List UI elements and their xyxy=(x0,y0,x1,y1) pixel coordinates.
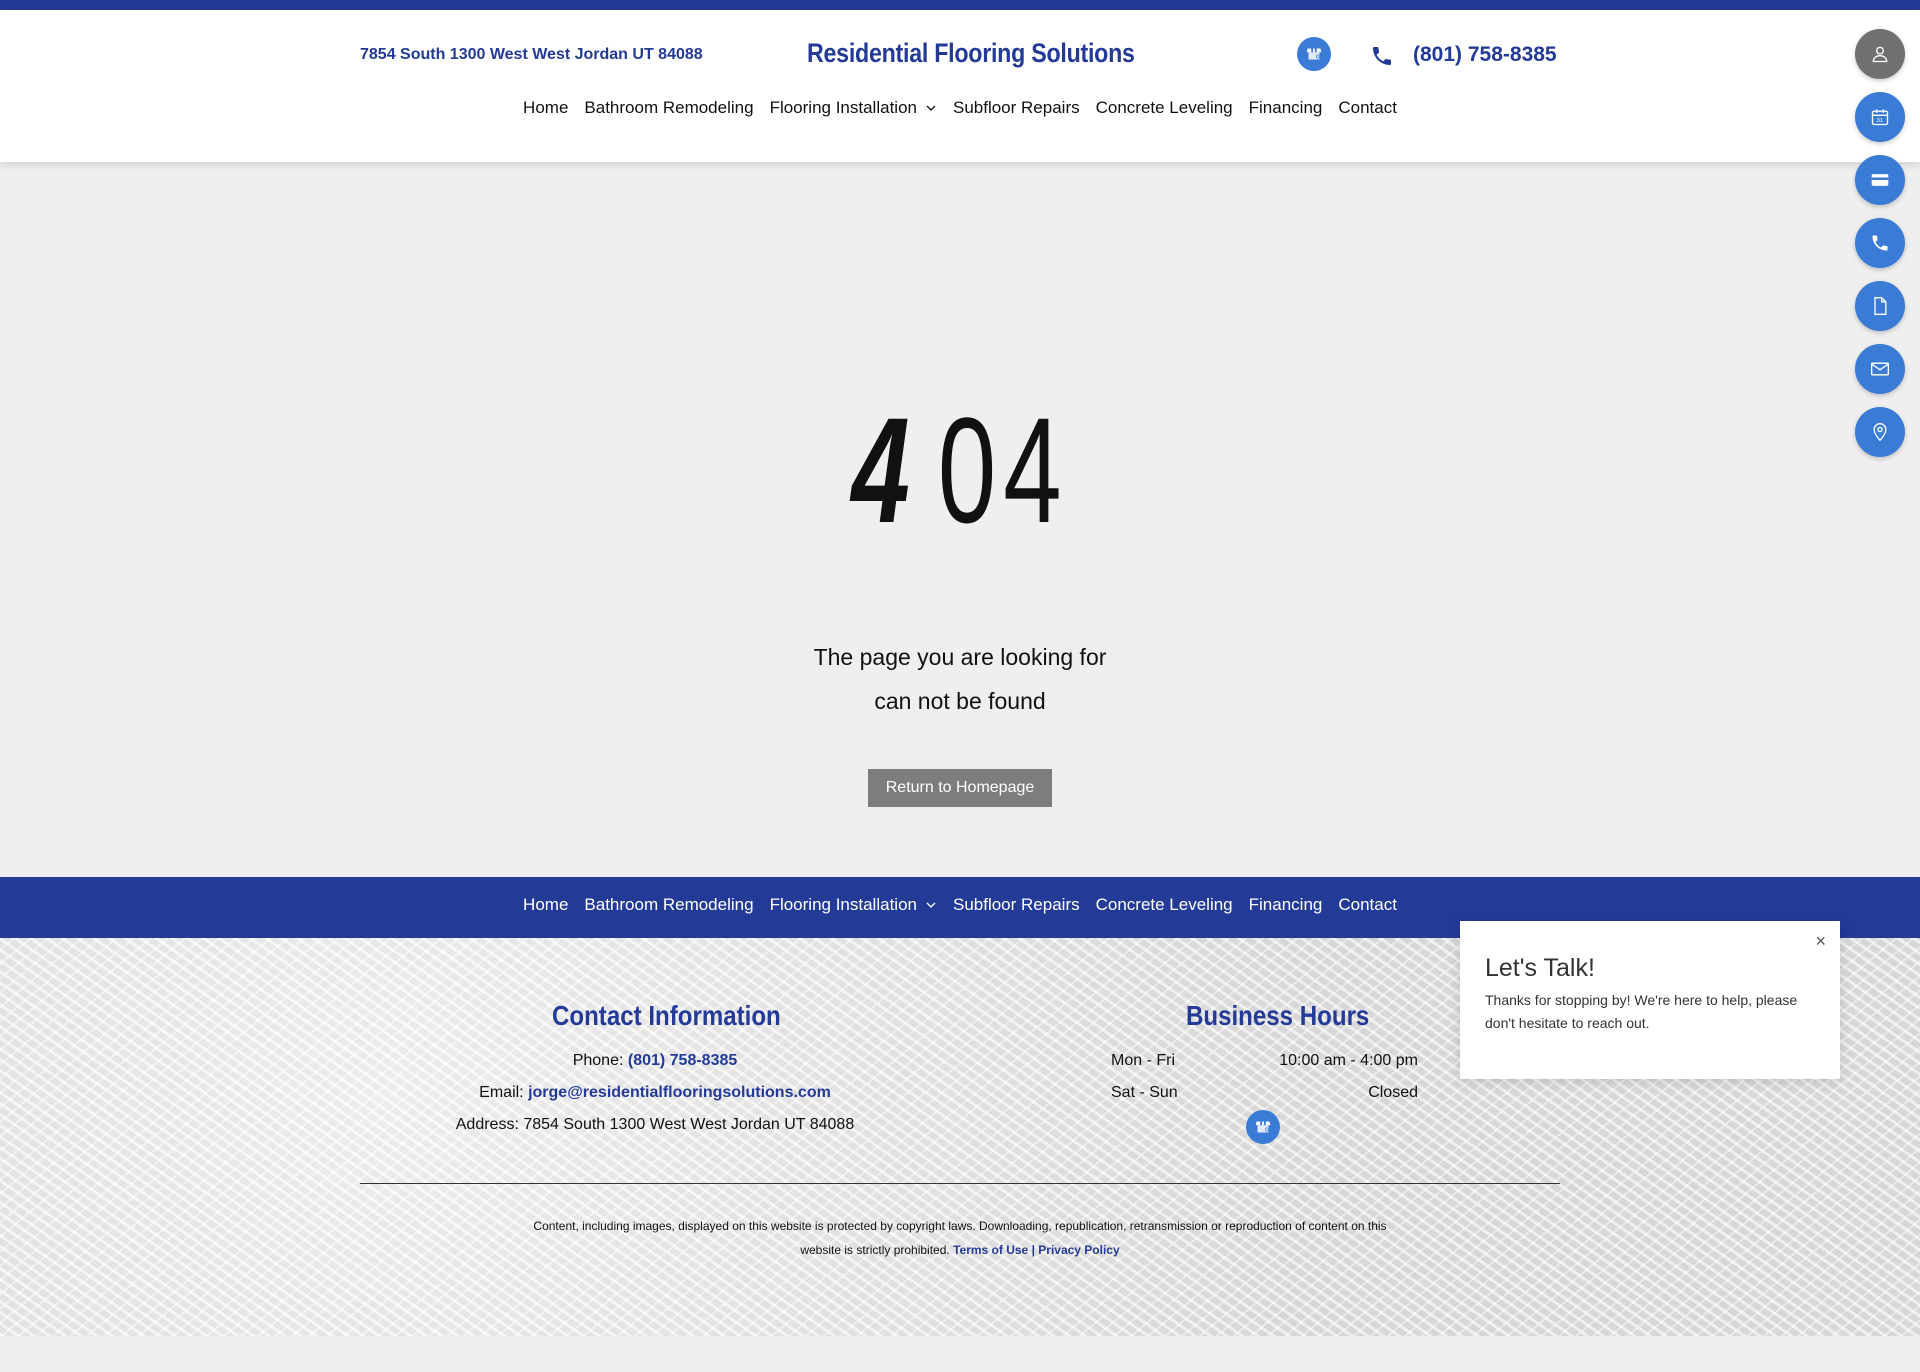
footer-nav-item-bathroom-remodeling[interactable]: Bathroom Remodeling xyxy=(576,895,761,915)
calendar-icon[interactable]: 31 xyxy=(1855,92,1905,142)
site-header: 7854 South 1300 West West Jordan UT 8408… xyxy=(0,10,1920,162)
popup-title: Let's Talk! xyxy=(1485,954,1595,982)
google-business-icon[interactable]: G xyxy=(1297,37,1331,71)
nav-item-subfloor-repairs[interactable]: Subfloor Repairs xyxy=(945,98,1088,118)
document-icon[interactable] xyxy=(1855,281,1905,331)
privacy-policy-link[interactable]: Privacy Policy xyxy=(1038,1243,1119,1257)
page: 7854 South 1300 West West Jordan UT 8408… xyxy=(0,0,1920,1372)
user-icon[interactable] xyxy=(1855,29,1905,79)
main-nav: Home Bathroom Remodeling Flooring Instal… xyxy=(0,98,1920,118)
popup-text: Thanks for stopping by! We're here to he… xyxy=(1485,992,1798,1031)
nav-item-contact[interactable]: Contact xyxy=(1330,98,1405,118)
top-accent-bar xyxy=(0,0,1920,10)
chevron-down-icon xyxy=(926,105,936,111)
business-hours-title: Business Hours xyxy=(1186,1000,1370,1031)
mail-icon[interactable] xyxy=(1855,344,1905,394)
footer-nav-item-home[interactable]: Home xyxy=(515,895,576,915)
contact-info-title: Contact Information xyxy=(552,1000,781,1031)
google-business-icon[interactable]: G xyxy=(1246,1110,1280,1144)
nav-item-label: Flooring Installation xyxy=(769,98,917,117)
error-code: 4 04 xyxy=(288,395,1632,545)
return-home-button[interactable]: Return to Homepage xyxy=(868,769,1052,807)
hours-row: Sat - Sun Closed xyxy=(1111,1084,1418,1102)
svg-text:31: 31 xyxy=(1877,118,1883,124)
footer-nav: Home Bathroom Remodeling Flooring Instal… xyxy=(0,895,1920,915)
phone-label: Phone: xyxy=(572,1052,628,1069)
chevron-down-icon xyxy=(926,902,936,908)
site-logo-text[interactable]: Residential Flooring Solutions xyxy=(807,38,1135,69)
phone-icon[interactable] xyxy=(1855,218,1905,268)
legal-separator: | xyxy=(1031,1243,1035,1257)
hours-days: Sat - Sun xyxy=(1111,1084,1178,1101)
footer-nav-item-concrete-leveling[interactable]: Concrete Leveling xyxy=(1088,895,1241,915)
error-message-line1: The page you are looking for xyxy=(813,644,1107,670)
hours-time: Closed xyxy=(1368,1084,1418,1101)
footer-address: 7854 South 1300 West West Jordan UT 8408… xyxy=(523,1116,855,1133)
chat-popup: × Let's Talk! Thanks for stopping by! We… xyxy=(1460,921,1840,1079)
error-code-first: 4 xyxy=(851,386,917,554)
nav-item-bathroom-remodeling[interactable]: Bathroom Remodeling xyxy=(576,98,761,118)
phone-icon[interactable] xyxy=(1370,44,1394,68)
footer-phone-line: Phone: (801) 758-8385 xyxy=(360,1052,950,1070)
nav-item-concrete-leveling[interactable]: Concrete Leveling xyxy=(1088,98,1241,118)
footer-nav-item-financing[interactable]: Financing xyxy=(1241,895,1331,915)
footer-nav-item-label: Flooring Installation xyxy=(769,895,917,914)
error-code-rest: 04 xyxy=(937,386,1069,554)
location-pin-icon[interactable] xyxy=(1855,407,1905,457)
nav-item-financing[interactable]: Financing xyxy=(1241,98,1331,118)
footer-divider xyxy=(360,1183,1560,1184)
hours-days: Mon - Fri xyxy=(1111,1052,1175,1069)
close-icon[interactable]: × xyxy=(1815,931,1826,952)
svg-text:G: G xyxy=(1316,55,1320,61)
email-label: Email: xyxy=(479,1084,529,1101)
hours-row: Mon - Fri 10:00 am - 4:00 pm xyxy=(1111,1052,1418,1070)
footer-email-line: Email: jorge@residentialflooringsolution… xyxy=(360,1084,950,1102)
footer-nav-item-contact[interactable]: Contact xyxy=(1330,895,1405,915)
nav-item-home[interactable]: Home xyxy=(515,98,576,118)
footer-phone-link[interactable]: (801) 758-8385 xyxy=(628,1052,737,1069)
legal-notice: Content, including images, displayed on … xyxy=(520,1214,1400,1262)
error-message-line2: can not be found xyxy=(874,688,1046,714)
address-label: Address: xyxy=(455,1116,524,1133)
header-address: 7854 South 1300 West West Jordan UT 8408… xyxy=(360,46,703,63)
footer-nav-item-subfloor-repairs[interactable]: Subfloor Repairs xyxy=(945,895,1088,915)
credit-card-icon[interactable] xyxy=(1855,155,1905,205)
svg-text:G: G xyxy=(1265,1128,1269,1134)
footer-address-line: Address: 7854 South 1300 West West Jorda… xyxy=(360,1116,950,1134)
footer-email-link[interactable]: jorge@residentialflooringsolutions.com xyxy=(528,1084,831,1101)
footer-nav-item-flooring-installation[interactable]: Flooring Installation xyxy=(762,895,945,915)
terms-of-use-link[interactable]: Terms of Use xyxy=(953,1243,1028,1257)
header-phone-link[interactable]: (801) 758-8385 xyxy=(1413,43,1557,67)
hours-time: 10:00 am - 4:00 pm xyxy=(1279,1052,1418,1069)
nav-item-flooring-installation[interactable]: Flooring Installation xyxy=(762,98,945,118)
